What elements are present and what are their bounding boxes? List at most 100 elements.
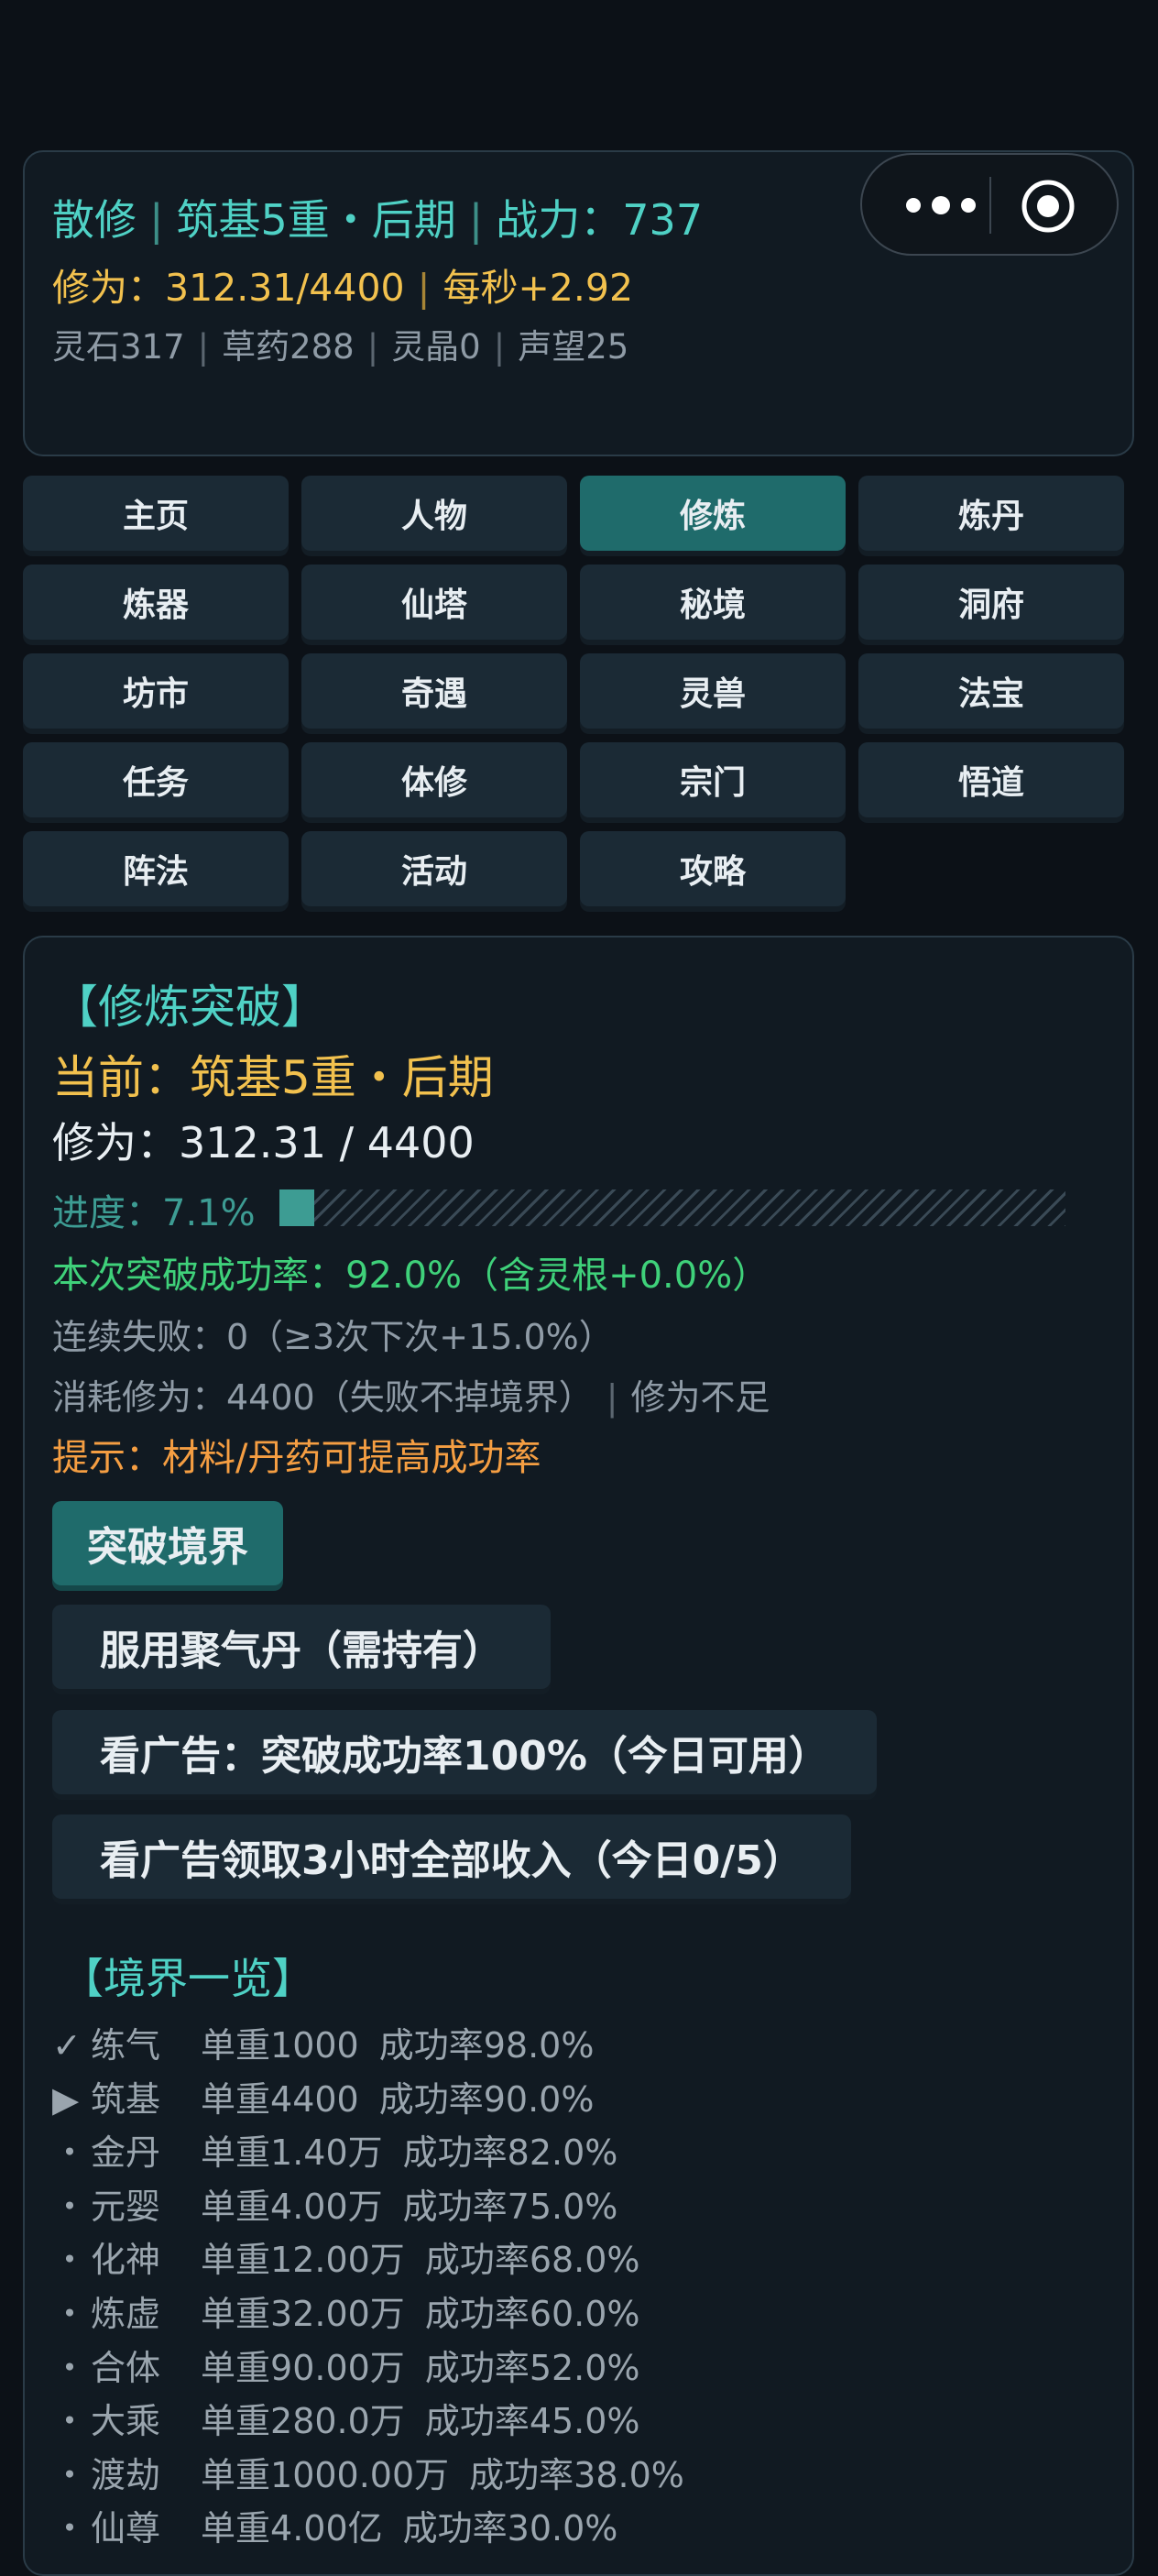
- tab-alchemy[interactable]: 炼丹: [858, 476, 1124, 551]
- realm-rate: 成功率30.0%: [402, 2508, 618, 2549]
- cultivation-line: 修为：312.31/4400 | 每秒+2.92: [52, 266, 634, 310]
- progress-label: 进度：7.1%: [52, 1192, 256, 1234]
- realm-list-item: ・金丹 单重1.40万 成功率82.0%: [52, 2124, 617, 2175]
- tab-formation[interactable]: 阵法: [23, 831, 289, 906]
- cultivation-panel: 【修炼突破】 当前：筑基5重・后期 修为：312.31 / 4400 进度：7.…: [23, 936, 1134, 2576]
- realm-name: 元婴: [91, 2186, 161, 2227]
- tab-secret-realm[interactable]: 秘境: [580, 565, 846, 640]
- resource-herbs: 草药288: [222, 327, 355, 367]
- capsule-divider: [989, 177, 991, 234]
- realm-marker: ・: [52, 2454, 88, 2495]
- ad-income-button[interactable]: 看广告领取3小时全部收入（今日0/5）: [52, 1814, 851, 1899]
- realm-marker: ▶: [52, 2078, 80, 2120]
- tab-events[interactable]: 活动: [301, 831, 567, 906]
- cost-line: 消耗修为：4400（失败不掉境界） | 修为不足: [52, 1377, 770, 1418]
- realm-marker: ・: [52, 2294, 88, 2334]
- realm-rate: 成功率82.0%: [402, 2132, 618, 2174]
- realm-name: 炼虚: [91, 2294, 161, 2334]
- tab-cave[interactable]: 洞府: [858, 565, 1124, 640]
- realm-rate: 成功率38.0%: [469, 2454, 684, 2495]
- realm-list-item: ・炼虚 单重32.00万 成功率60.0%: [52, 2286, 640, 2336]
- realm-list-item: ・仙尊 单重4.00亿 成功率30.0%: [52, 2500, 617, 2550]
- tab-artifact[interactable]: 法宝: [858, 653, 1124, 729]
- use-pill-button[interactable]: 服用聚气丹（需持有）: [52, 1605, 551, 1689]
- tab-spirit-beast[interactable]: 灵兽: [580, 653, 846, 729]
- realm-rate: 成功率45.0%: [424, 2401, 640, 2442]
- breakthrough-button[interactable]: 突破境界: [52, 1501, 283, 1585]
- nav-tab-grid: 主页 人物 修炼 炼丹 炼器 仙塔 秘境 洞府 坊市 奇遇 灵兽 法宝 任务 体…: [23, 476, 1134, 906]
- realm-name: 合体: [91, 2347, 161, 2388]
- breakthrough-title: 【修炼突破】: [52, 981, 327, 1034]
- realm-name: 渡劫: [91, 2454, 161, 2495]
- tab-enlightenment[interactable]: 悟道: [858, 742, 1124, 817]
- progress-bar: [279, 1189, 1065, 1226]
- realm-cost: 单重4.00万: [201, 2186, 383, 2227]
- realm-rate: 成功率90.0%: [378, 2078, 595, 2120]
- resource-spirit-crystal: 灵晶0: [391, 327, 481, 367]
- tab-cultivate[interactable]: 修炼: [580, 476, 846, 551]
- realm-marker: ・: [52, 2508, 88, 2549]
- realm-label: 筑基5重・后期: [176, 195, 456, 245]
- realm-cost: 单重4.00亿: [201, 2508, 383, 2549]
- cost-text: 消耗修为：4400（失败不掉境界）: [52, 1377, 594, 1418]
- power-label: 战力：737: [496, 195, 704, 245]
- realm-list-item: ・渡劫 单重1000.00万 成功率38.0%: [52, 2447, 684, 2497]
- tab-tower[interactable]: 仙塔: [301, 565, 567, 640]
- tip-text: 提示：材料/丹药可提高成功率: [52, 1437, 541, 1479]
- sect-label: 散修: [52, 195, 137, 245]
- realm-marker: ・: [52, 2347, 88, 2388]
- tab-forging[interactable]: 炼器: [23, 565, 289, 640]
- realm-marker: ・: [52, 2132, 88, 2174]
- tab-sect[interactable]: 宗门: [580, 742, 846, 817]
- realm-cost: 单重1000.00万: [201, 2454, 450, 2495]
- realm-name: 化神: [91, 2240, 161, 2281]
- tab-character[interactable]: 人物: [301, 476, 567, 551]
- realm-rate: 成功率52.0%: [424, 2347, 640, 2388]
- resource-spirit-stone: 灵石317: [52, 327, 185, 367]
- miniprogram-capsule: [860, 153, 1119, 256]
- realm-name: 筑基: [91, 2078, 161, 2120]
- target-icon[interactable]: [1021, 179, 1076, 234]
- fail-streak: 连续失败：0（≥3次下次+15.0%）: [52, 1317, 614, 1357]
- tab-encounter[interactable]: 奇遇: [301, 653, 567, 729]
- ad-success-rate-button[interactable]: 看广告：突破成功率100%（今日可用）: [52, 1710, 877, 1794]
- realm-rate: 成功率60.0%: [424, 2294, 640, 2334]
- cost-status: 修为不足: [630, 1377, 770, 1418]
- realm-list-item: ・化神 单重12.00万 成功率68.0%: [52, 2231, 640, 2282]
- realm-cost: 单重90.00万: [201, 2347, 405, 2388]
- tab-quests[interactable]: 任务: [23, 742, 289, 817]
- realm-marker: ✓: [52, 2025, 82, 2066]
- tab-body-cultivation[interactable]: 体修: [301, 742, 567, 817]
- resources-line: 灵石317 | 草药288 | 灵晶0 | 声望25: [52, 327, 629, 367]
- realm-cost: 单重4400: [201, 2078, 359, 2120]
- tab-home[interactable]: 主页: [23, 476, 289, 551]
- realm-rate: 成功率75.0%: [402, 2186, 618, 2227]
- tab-market[interactable]: 坊市: [23, 653, 289, 729]
- realm-list-item: ▶ 筑基 单重4400 成功率90.0%: [52, 2071, 594, 2121]
- realm-list-item: ・元婴 单重4.00万 成功率75.0%: [52, 2178, 617, 2229]
- realm-cost: 单重1.40万: [201, 2132, 383, 2174]
- realm-marker: ・: [52, 2186, 88, 2227]
- realm-name: 仙尊: [91, 2508, 161, 2549]
- resource-reputation: 声望25: [518, 327, 629, 367]
- more-dots-icon[interactable]: [895, 187, 987, 224]
- realm-list-item: ・合体 单重90.00万 成功率52.0%: [52, 2340, 640, 2390]
- cultivation-amount: 修为：312.31 / 4400: [52, 1118, 475, 1167]
- status-headline: 散修 | 筑基5重・后期 | 战力：737: [52, 195, 704, 245]
- realm-name: 练气: [91, 2025, 161, 2066]
- cultivation-value: 修为：312.31/4400: [52, 266, 405, 310]
- realm-cost: 单重1000: [201, 2025, 359, 2066]
- realm-list-item: ・大乘 单重280.0万 成功率45.0%: [52, 2393, 640, 2443]
- realm-cost: 单重280.0万: [201, 2401, 405, 2442]
- realm-cost: 单重32.00万: [201, 2294, 405, 2334]
- success-rate: 本次突破成功率：92.0%（含灵根+0.0%）: [52, 1255, 770, 1297]
- realm-cost: 单重12.00万: [201, 2240, 405, 2281]
- cultivation-rate: 每秒+2.92: [442, 266, 634, 310]
- realm-rate: 成功率98.0%: [378, 2025, 595, 2066]
- realm-rate: 成功率68.0%: [424, 2240, 640, 2281]
- realm-marker: ・: [52, 2401, 88, 2442]
- realm-name: 大乘: [91, 2401, 161, 2442]
- realm-list-title: 【境界一览】: [61, 1954, 314, 2003]
- current-realm: 当前：筑基5重・后期: [52, 1051, 494, 1104]
- tab-guide[interactable]: 攻略: [580, 831, 846, 906]
